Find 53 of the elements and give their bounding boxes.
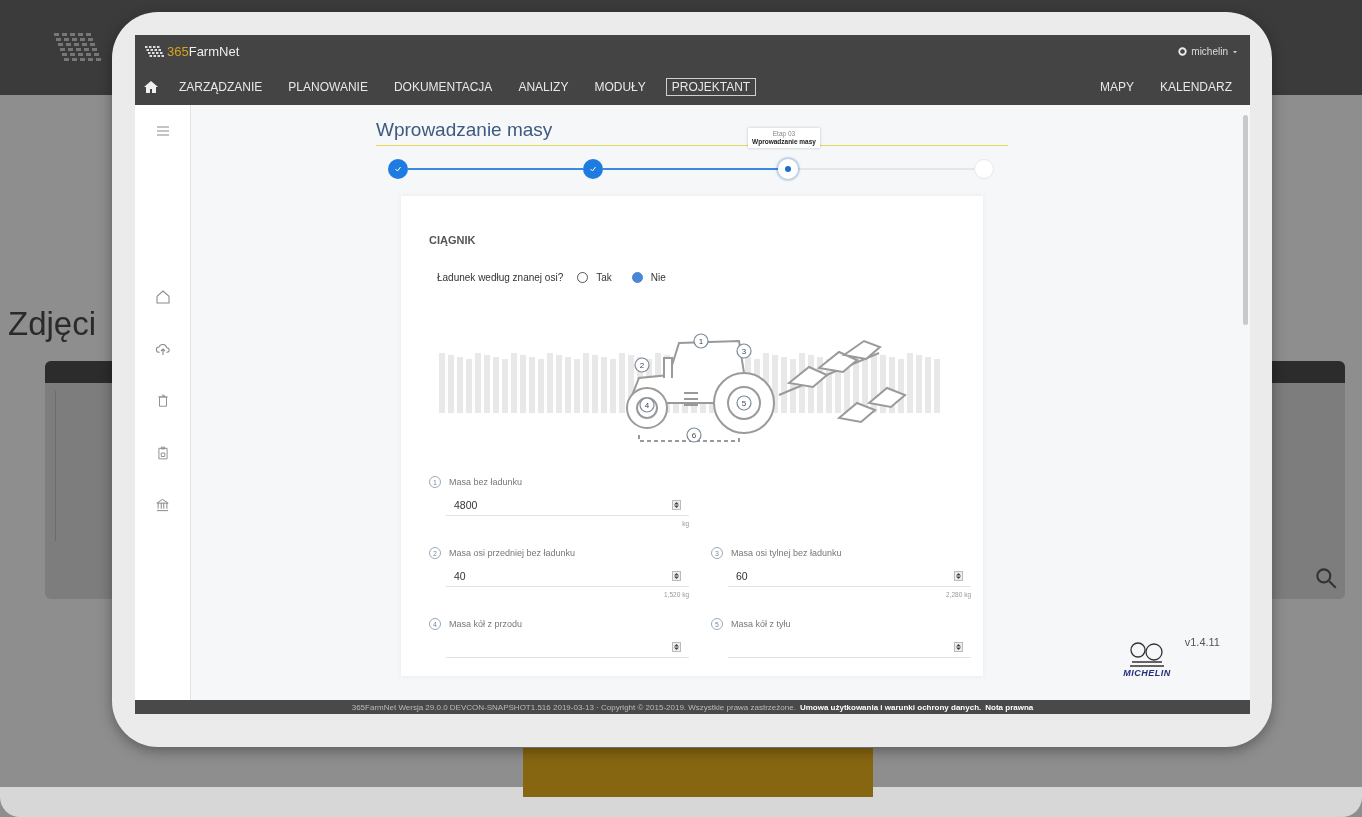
nav-tab[interactable]: MODUŁY (588, 77, 652, 96)
nav-tab[interactable]: ZARZĄDZANIE (173, 77, 269, 96)
question-label: Ładunek według znanej osi? (437, 272, 564, 283)
trash-icon[interactable] (155, 393, 170, 409)
brand-name: 365FarmNet (167, 44, 240, 59)
field-label: Masa kół z przodu (449, 619, 523, 629)
field-label: Masa kół z tyłu (731, 619, 791, 629)
footer-link[interactable]: Nota prawna (985, 702, 1034, 712)
spinner-icon[interactable] (672, 570, 681, 581)
spinner-icon[interactable] (954, 641, 963, 652)
number-marker: 3 (736, 343, 752, 359)
clipboard-icon[interactable] (155, 445, 170, 461)
number-marker: 5 (736, 395, 752, 411)
caret-icon[interactable] (1232, 48, 1238, 55)
section-title: CIĄGNIK (429, 234, 476, 246)
version-label: v1.4.11 (1184, 636, 1220, 648)
home-icon[interactable] (143, 79, 159, 94)
number-marker: 6 (686, 427, 702, 443)
radio-option[interactable]: Tak (571, 272, 618, 283)
footer-link[interactable]: Umowa użytkowania i warunki ochrony danych. (799, 702, 982, 712)
building-icon[interactable] (155, 497, 170, 513)
spinner-icon[interactable] (672, 499, 681, 510)
magnifier-icon[interactable] (1313, 565, 1339, 591)
nav-tab[interactable]: PROJEKTANT (665, 77, 757, 96)
logo-icon (143, 44, 165, 59)
number-marker: 4 (639, 397, 655, 413)
spinner-icon[interactable] (954, 570, 963, 581)
number-input[interactable]: 40 (446, 565, 689, 587)
step-indicator[interactable] (583, 159, 603, 179)
nav-tab[interactable]: ANALIZY (512, 77, 575, 96)
field-label: Masa osi przedniej bez ładunku (449, 548, 576, 558)
number-input[interactable]: 60 (728, 565, 971, 587)
user-icon (1178, 47, 1188, 56)
number-marker: 1 (693, 333, 709, 349)
spinner-icon[interactable] (672, 641, 681, 652)
nav-link[interactable]: MAPY (1093, 77, 1140, 96)
number-marker: 2 (634, 357, 650, 373)
footer-text: 365FarmNet Wersja 29.0.0 DEVCON-SNAPSHOT1.516 2019-03-13 · Copyright © 2015-2019. Wszystkie prawa zastrzeżone. (351, 702, 796, 712)
step-indicator[interactable] (778, 159, 798, 179)
cloud-upload-icon[interactable] (154, 341, 171, 357)
step-indicator[interactable] (388, 159, 408, 179)
nav-tab[interactable]: DOKUMENTACJA (387, 77, 499, 96)
scrollbar[interactable] (1243, 115, 1248, 325)
page-heading: Zdjęci (8, 305, 97, 343)
nav-tab[interactable]: PLANOWANIE (282, 77, 374, 96)
menu-icon[interactable] (154, 123, 171, 139)
partner-logo: MICHELIN (1123, 668, 1171, 678)
number-input[interactable]: 4800 (446, 494, 689, 516)
user-menu[interactable]: michelin (1191, 46, 1228, 57)
nav-link[interactable]: KALENDARZ (1153, 77, 1238, 96)
field-label: Masa osi tylnej bez ładunku (731, 548, 842, 558)
radio-option[interactable]: Nie (625, 272, 672, 283)
field-label: Masa bez ładunku (449, 477, 523, 487)
